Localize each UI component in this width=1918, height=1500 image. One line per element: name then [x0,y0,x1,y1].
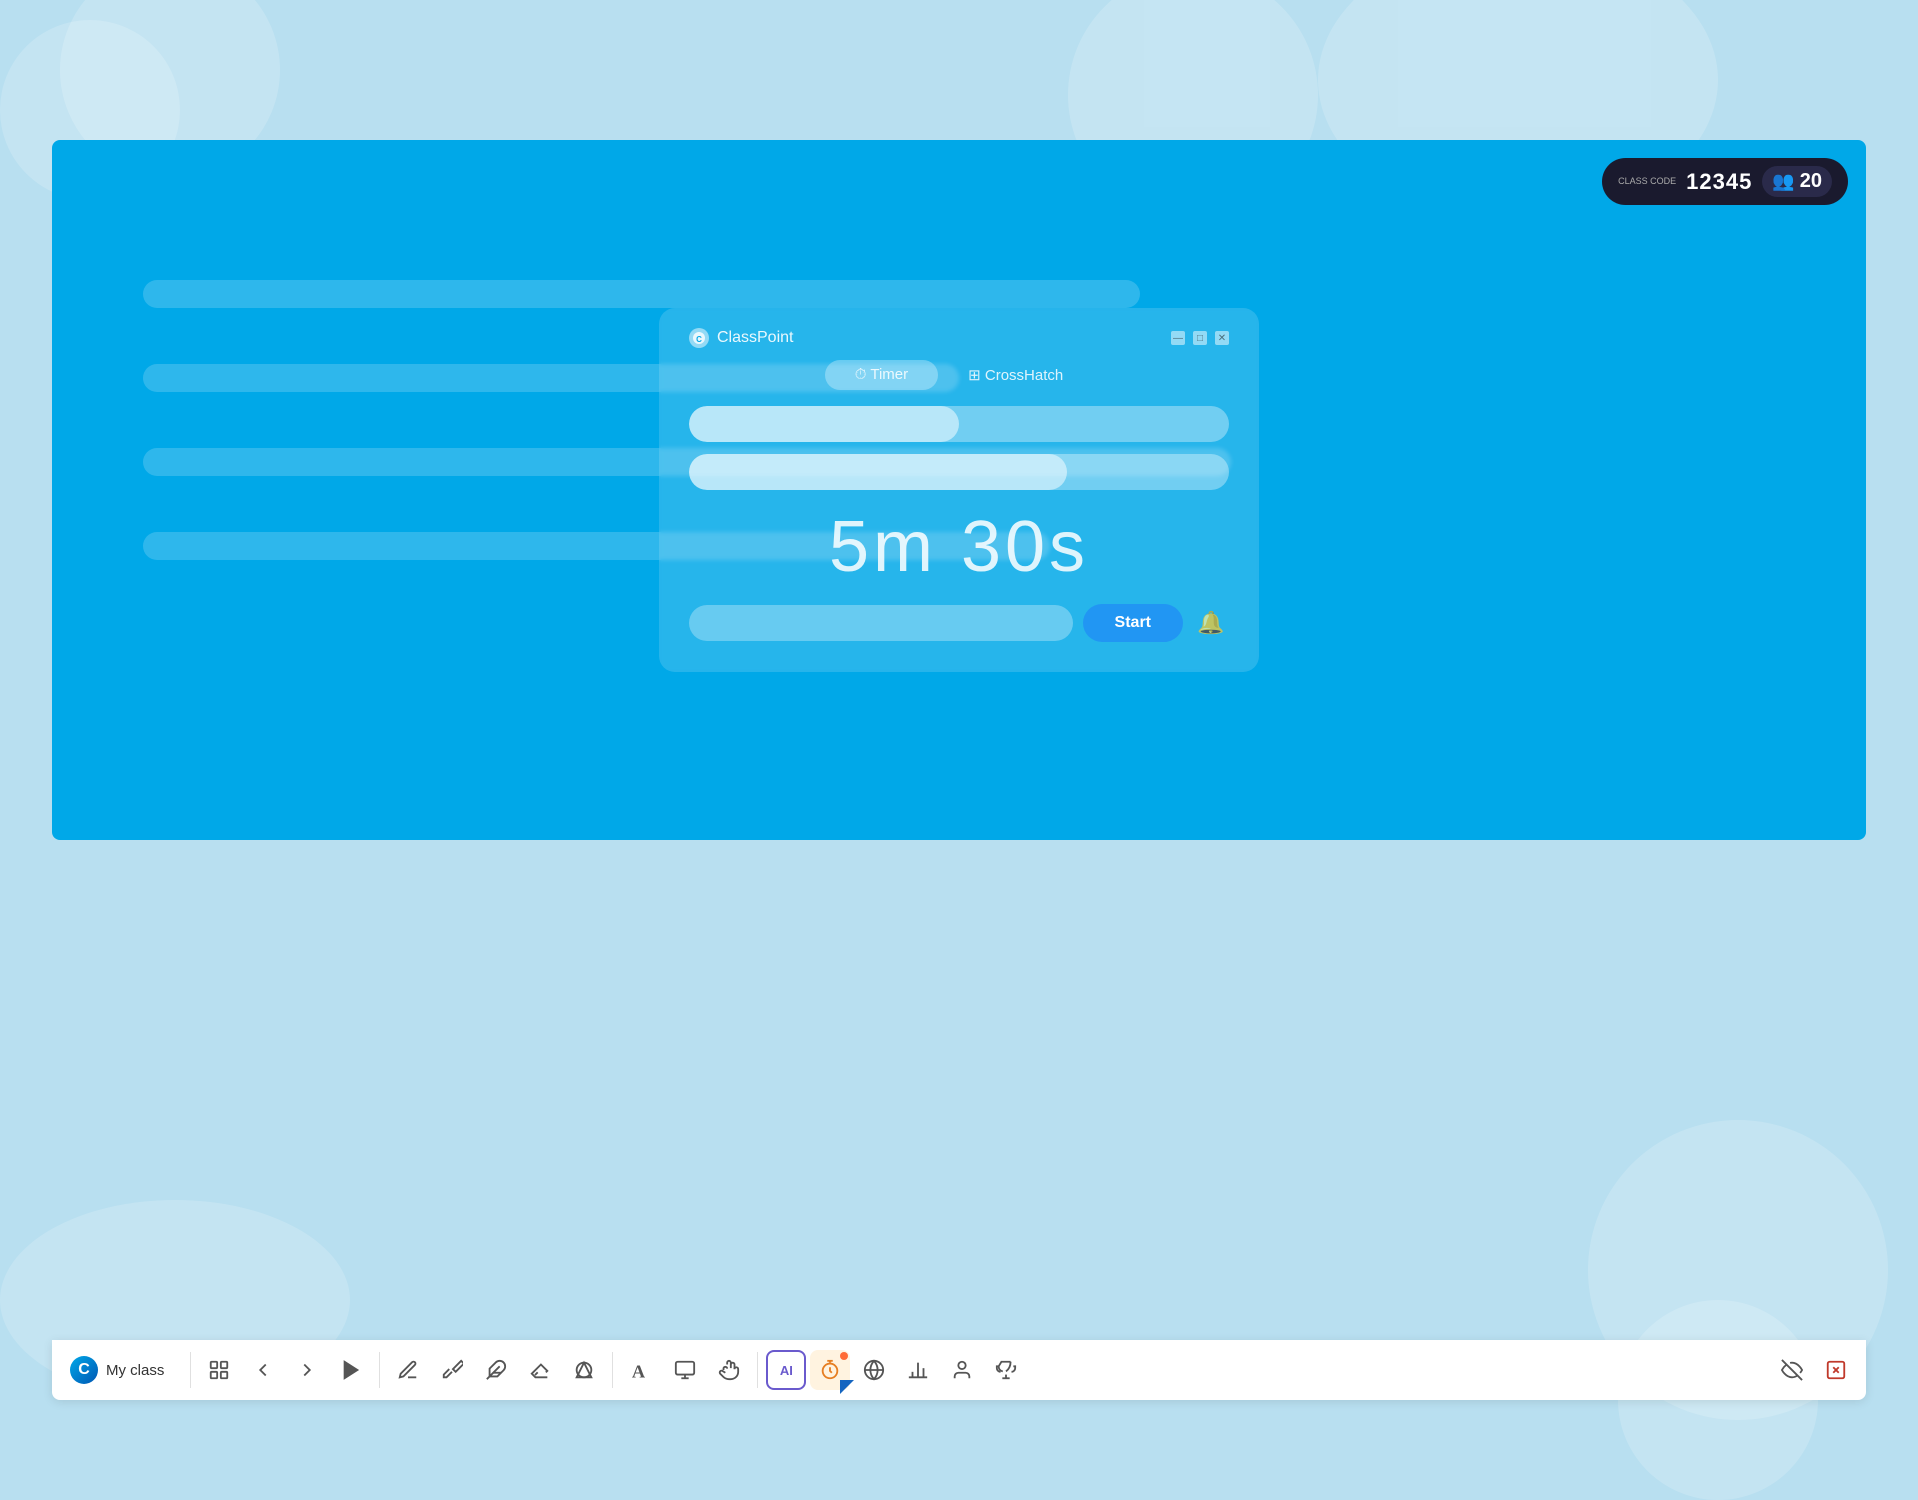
chart-button[interactable] [898,1350,938,1390]
whiteboard-button[interactable] [665,1350,705,1390]
timer-display: 5m 30s [689,506,1229,588]
trophy-button[interactable] [986,1350,1026,1390]
class-code-label: class code [1618,177,1676,187]
globe-button[interactable] [854,1350,894,1390]
exit-button[interactable] [1816,1350,1856,1390]
tab-crosshatch[interactable]: ⊞ CrossHatch [938,360,1093,390]
popup-app-icon: C [689,328,709,348]
seconds-slider-fill [689,454,1067,490]
popup-window-controls[interactable]: — □ ✕ [1171,331,1229,345]
toolbar-right [1772,1350,1856,1390]
popup-title-left: C ClassPoint [689,328,793,348]
class-code-number: 12345 [1686,169,1752,195]
logo-letter: C [78,1361,90,1379]
maximize-button[interactable]: □ [1193,331,1207,345]
eraser-button[interactable] [520,1350,560,1390]
bell-icon[interactable]: 🔔 [1193,605,1229,641]
minutes-slider-fill [689,406,959,442]
back-button[interactable] [243,1350,283,1390]
minutes-slider-container [689,406,1229,442]
class-code-label-group: class code [1618,177,1676,187]
minimize-button[interactable]: — [1171,331,1185,345]
toolbar-class-name: My class [106,1362,164,1379]
close-button[interactable]: ✕ [1215,331,1229,345]
timer-button[interactable] [810,1350,850,1390]
ai-button[interactable]: AI [766,1350,806,1390]
start-button[interactable]: Start [1083,604,1183,642]
class-code-badge[interactable]: class code 12345 👥 20 [1602,158,1848,205]
presentation-area: class code 12345 👥 20 C Class [52,140,1866,840]
drag-button[interactable] [709,1350,749,1390]
tab-timer[interactable]: ⏱ Timer [825,360,938,390]
bottom-toolbar: C My class [52,1340,1866,1400]
start-row: Start 🔔 [689,604,1229,642]
main-container: class code 12345 👥 20 C Class [52,140,1866,840]
forward-button[interactable] [287,1350,327,1390]
timer-popup: C ClassPoint — □ ✕ ⏱ Timer ⊞ CrossHatch [659,308,1259,672]
hide-button[interactable] [1772,1350,1812,1390]
minutes-slider[interactable] [689,406,1229,442]
popup-tabs: ⏱ Timer ⊞ CrossHatch [689,360,1229,390]
grid-view-button[interactable] [199,1350,239,1390]
popup-titlebar: C ClassPoint — □ ✕ [689,328,1229,348]
logo-circle: C [70,1356,98,1384]
shapes-button[interactable] [564,1350,604,1390]
participants-count: 20 [1800,170,1822,193]
user-button[interactable] [942,1350,982,1390]
toolbar-logo[interactable]: C My class [62,1356,172,1384]
pen-button[interactable] [388,1350,428,1390]
divider-2 [379,1352,380,1388]
divider-1 [190,1352,191,1388]
svg-text:A: A [632,1361,646,1381]
seconds-slider[interactable] [689,454,1229,490]
slide-line-1 [143,280,1141,308]
start-left-bar [689,605,1073,641]
participants-badge: 👥 20 [1762,166,1832,197]
divider-4 [757,1352,758,1388]
popup-app-title: ClassPoint [717,329,793,347]
highlight-pen-button[interactable] [476,1350,516,1390]
highlighter-button[interactable] [432,1350,472,1390]
play-button[interactable] [331,1350,371,1390]
svg-text:C: C [696,335,702,344]
participants-icon: 👥 [1772,171,1794,192]
seconds-slider-container [689,454,1229,490]
text-button[interactable]: A [621,1350,661,1390]
timer-active-indicator [840,1352,848,1360]
divider-3 [612,1352,613,1388]
ai-label: AI [780,1363,793,1378]
bg-bubble-6 [1618,1300,1818,1500]
